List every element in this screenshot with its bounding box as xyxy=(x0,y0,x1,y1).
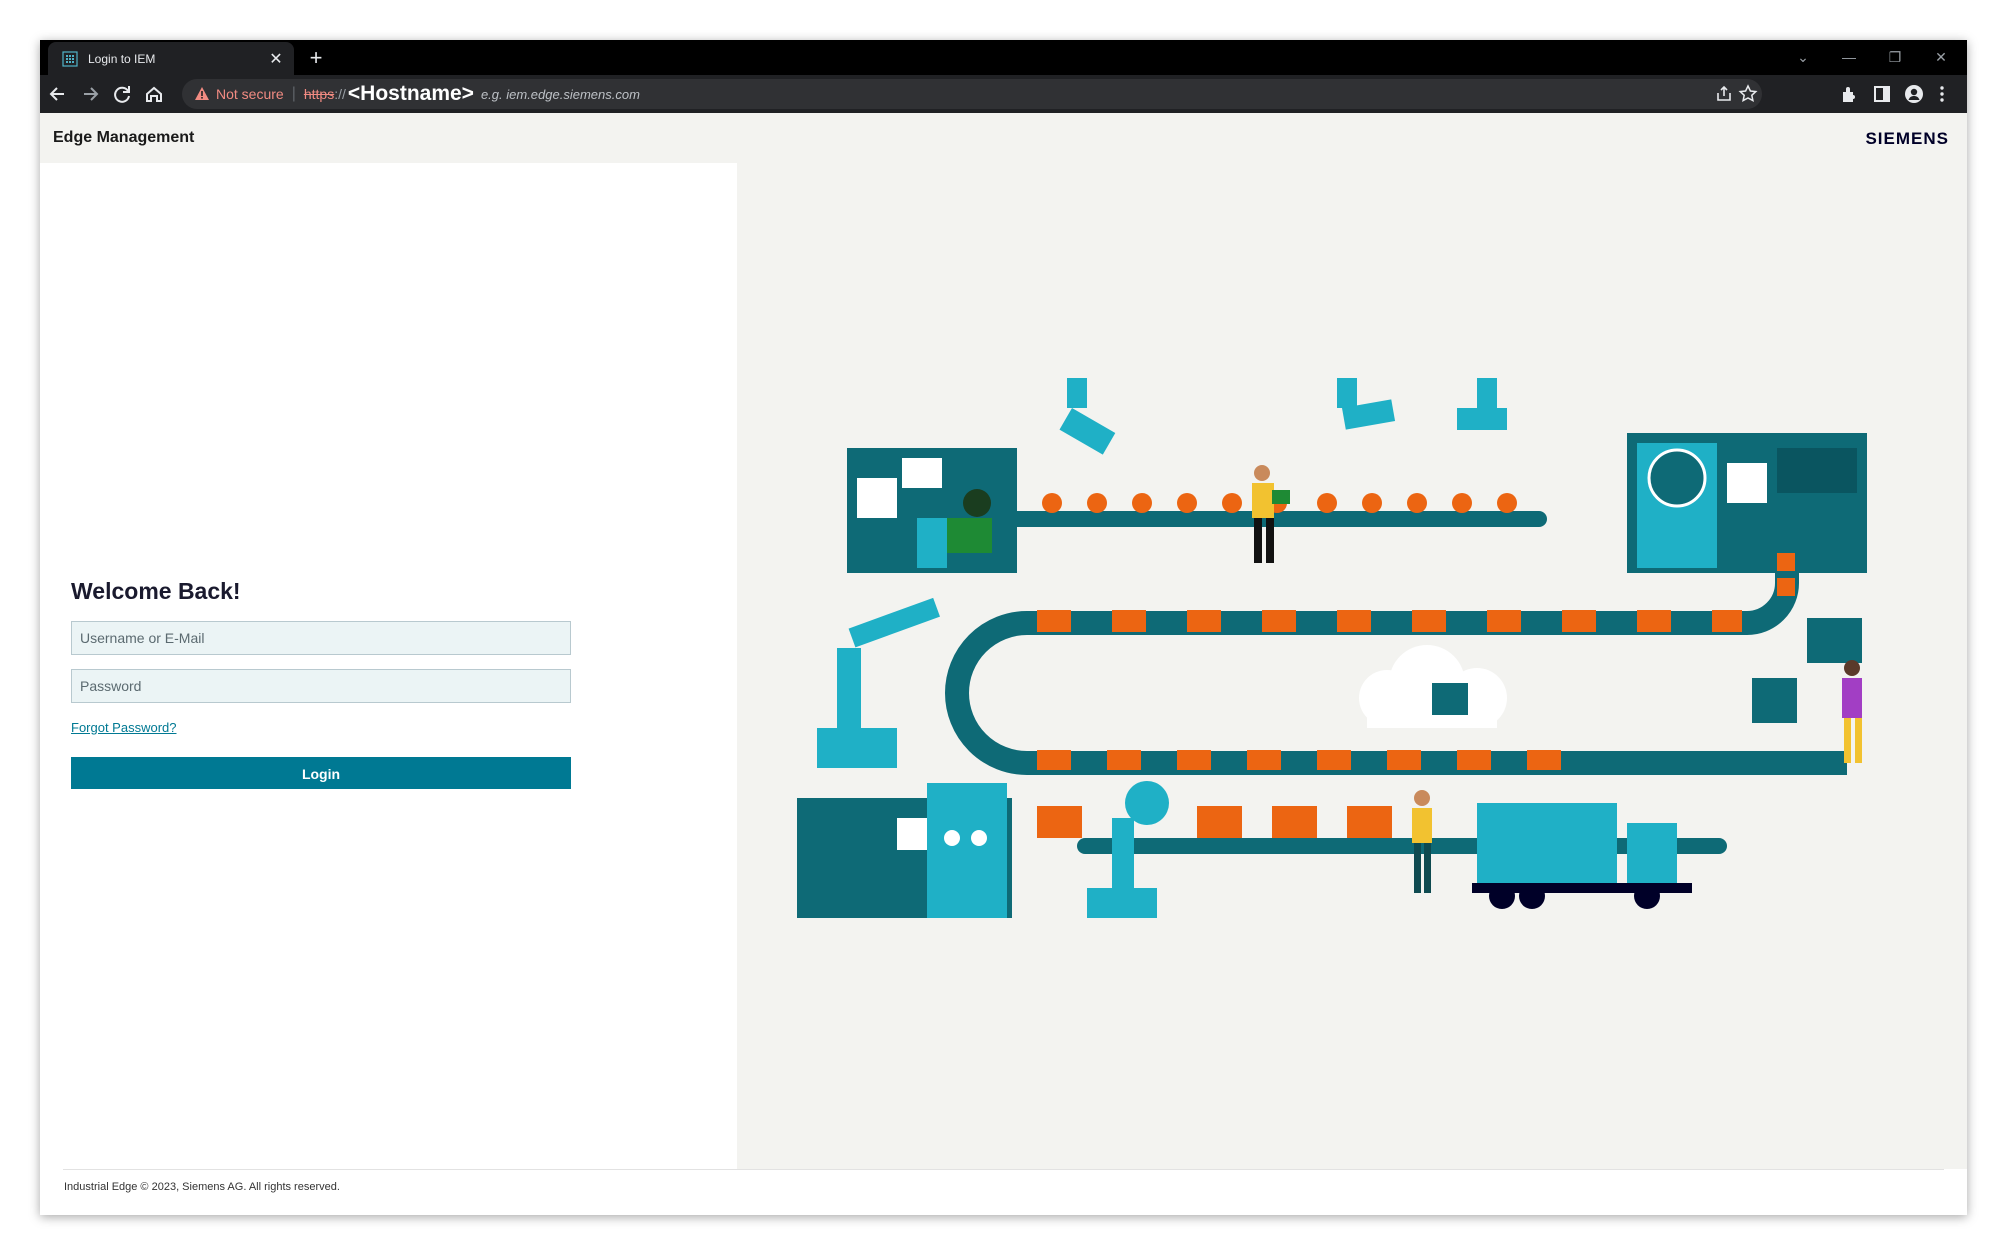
new-tab-icon[interactable]: + xyxy=(302,44,330,72)
welcome-heading: Welcome Back! xyxy=(71,578,241,604)
browser-tab[interactable]: Login to IEM ✕ xyxy=(48,42,294,75)
forgot-password-link[interactable]: Forgot Password? xyxy=(71,720,177,735)
machine-bottom-left xyxy=(797,783,1012,918)
reload-icon[interactable] xyxy=(108,80,136,108)
star-icon[interactable] xyxy=(1738,84,1758,104)
profile-icon[interactable] xyxy=(1904,84,1924,104)
login-button[interactable]: Login xyxy=(71,757,571,789)
forward-icon[interactable] xyxy=(76,80,104,108)
machine-top-right xyxy=(1627,433,1867,573)
extensions-icon[interactable] xyxy=(1840,84,1860,104)
tab-title: Login to IEM xyxy=(88,51,156,66)
illustration-panel xyxy=(737,163,1967,1169)
menu-icon[interactable] xyxy=(1932,84,1952,104)
url-hint: e.g. iem.edge.siemens.com xyxy=(480,86,640,102)
worker-right xyxy=(1842,660,1862,763)
browser-toolbar: Not secure | https :// <Hostname> e.g. i… xyxy=(40,75,1967,113)
warning-icon xyxy=(195,87,209,100)
url-host: <Hostname> xyxy=(347,82,474,105)
boxes-bottom xyxy=(1037,806,1392,838)
robot-arm-left xyxy=(817,597,940,768)
machine-top-left xyxy=(847,448,1017,573)
security-status[interactable]: Not secure xyxy=(216,86,284,102)
page: Edge Management SIEMENS Welcome Back! Fo… xyxy=(40,113,1967,1215)
chart-board xyxy=(1752,678,1797,723)
chevron-down-icon[interactable]: ⌄ xyxy=(1780,40,1826,75)
truck xyxy=(1472,803,1692,909)
app-title: Edge Management xyxy=(53,129,195,146)
address-bar[interactable]: Not secure | https :// <Hostname> e.g. i… xyxy=(182,79,1762,109)
robot-arms-top xyxy=(1059,378,1507,455)
restore-icon[interactable]: ❐ xyxy=(1872,40,1918,75)
factory-illustration xyxy=(797,378,1867,918)
minimize-icon[interactable]: — xyxy=(1826,40,1872,75)
password-input[interactable] xyxy=(71,669,571,703)
home-icon[interactable] xyxy=(140,80,168,108)
url-protocol: https xyxy=(303,86,335,102)
worker-bottom xyxy=(1412,790,1432,893)
tab-strip: Login to IEM ✕ + ⌄ — ❐ ✕ xyxy=(40,40,1967,75)
siemens-logo: SIEMENS xyxy=(1865,129,1949,148)
username-input[interactable] xyxy=(71,621,571,655)
omnibox-separator: | xyxy=(291,85,296,102)
cloud-server xyxy=(1432,683,1468,715)
share-icon[interactable] xyxy=(1714,84,1734,104)
login-panel: Welcome Back! Forgot Password? Login xyxy=(40,163,737,1169)
dashboard-board xyxy=(1807,618,1862,663)
footer: Industrial Edge © 2023, Siemens AG. All … xyxy=(40,1169,1967,1215)
footer-divider xyxy=(63,1169,1944,1170)
favicon-grid-icon xyxy=(62,50,78,67)
window-close-icon[interactable]: ✕ xyxy=(1918,40,1964,75)
browser-window: Login to IEM ✕ + ⌄ — ❐ ✕ Not secure | ht… xyxy=(40,40,1967,1215)
url-slashes: :// xyxy=(334,86,346,102)
back-icon[interactable] xyxy=(44,80,72,108)
side-panel-icon[interactable] xyxy=(1872,84,1892,104)
app-header: Edge Management SIEMENS xyxy=(40,113,1967,163)
close-icon[interactable]: ✕ xyxy=(266,49,286,69)
copyright-text: Industrial Edge © 2023, Siemens AG. All … xyxy=(64,1181,340,1193)
